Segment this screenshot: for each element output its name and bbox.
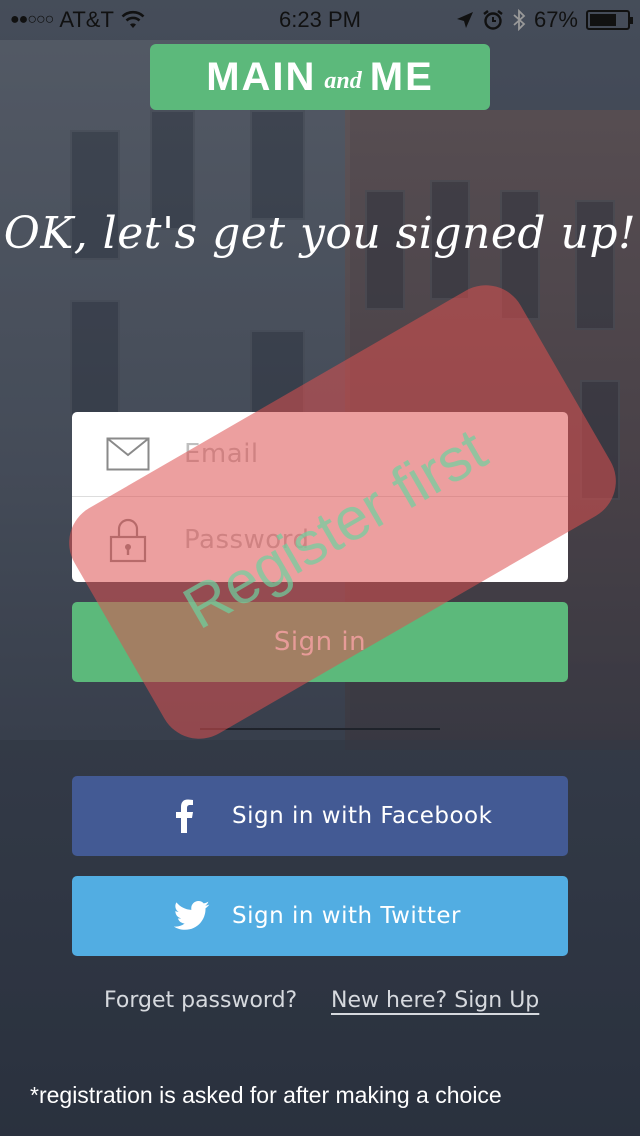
password-field[interactable]	[184, 509, 544, 570]
forgot-password-link[interactable]: Forget password?	[104, 988, 297, 1013]
email-field[interactable]	[184, 424, 544, 484]
twitter-icon	[174, 876, 210, 956]
sign-up-link[interactable]: New here? Sign Up	[331, 988, 539, 1013]
battery-percent: 67%	[533, 7, 578, 32]
location-arrow-icon	[456, 11, 474, 29]
status-time: 6:23 PM	[279, 7, 361, 32]
divider	[200, 728, 440, 730]
app-logo: MAIN and ME	[150, 44, 490, 110]
sign-in-label: Sign in	[273, 627, 367, 657]
sign-in-button[interactable]: Sign in	[72, 602, 568, 682]
status-bar: ●●○○○ AT&T 6:23 PM 67%	[0, 0, 640, 40]
page-title: OK, let's get you signed up!	[3, 208, 637, 259]
logo-me: ME	[369, 54, 434, 99]
wifi-icon	[120, 10, 146, 30]
signal-strength: ●●○○○	[10, 11, 54, 28]
login-form	[72, 412, 568, 582]
battery-icon	[586, 10, 633, 30]
bluetooth-icon	[512, 9, 526, 31]
facebook-sign-in-button[interactable]: Sign in with Facebook	[72, 776, 568, 856]
logo-main: MAIN	[206, 54, 317, 99]
password-row	[72, 497, 568, 582]
lock-icon	[72, 517, 184, 563]
twitter-sign-in-button[interactable]: Sign in with Twitter	[72, 876, 568, 956]
envelope-icon	[72, 437, 184, 471]
facebook-icon	[174, 776, 194, 856]
logo-and: and	[324, 67, 362, 94]
alarm-icon	[482, 9, 504, 31]
email-row	[72, 412, 568, 497]
twitter-sign-in-label: Sign in with Twitter	[232, 903, 461, 929]
registration-footnote: *registration is asked for after making …	[30, 1082, 502, 1108]
facebook-sign-in-label: Sign in with Facebook	[232, 803, 493, 829]
carrier-label: AT&T	[59, 7, 114, 32]
